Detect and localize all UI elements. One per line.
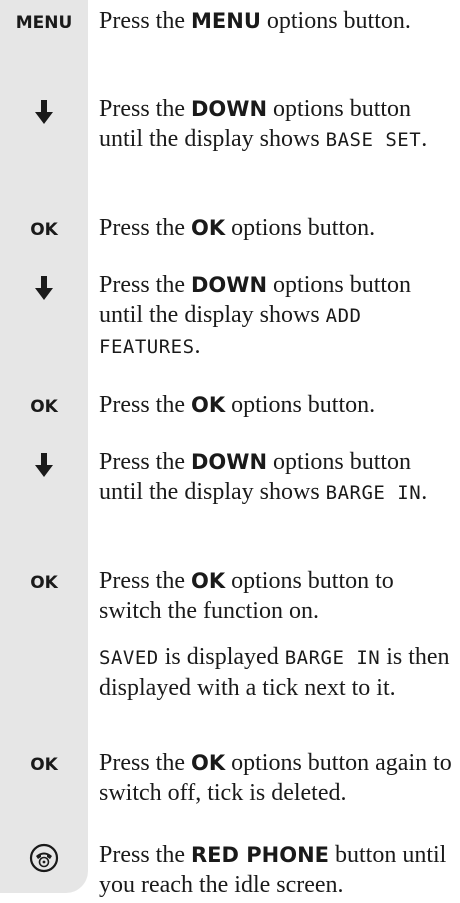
down-arrow-icon [0,98,88,124]
key-name: MENU [191,9,261,33]
text: is displayed [158,644,285,670]
step-text: Press the DOWN options button until the … [99,270,454,362]
key-name: OK [191,569,226,593]
key-name: RED PHONE [191,843,329,867]
instruction-page: MENU Press the MENU options button. Pres… [0,0,460,903]
key-name: OK [191,216,226,240]
key-name: DOWN [191,273,268,297]
key-name: DOWN [191,450,268,474]
display-text: SAVED [99,647,159,669]
ok-key-label: OK [30,573,58,593]
text: . [194,333,201,359]
step-text: Press the DOWN options button until the … [99,94,454,155]
text: Press the [99,449,191,475]
menu-key-label: MENU [15,13,73,33]
display-text: BASE SET [325,129,422,151]
down-arrow-icon [0,451,88,477]
text: Press the [99,842,191,868]
step-text: Press the OK options button to switch th… [99,566,454,626]
text: Press the [99,96,191,122]
step-text: Press the DOWN options button until the … [99,447,454,508]
key-name: OK [191,393,226,417]
text: . [421,126,428,152]
display-text: BARGE IN [284,647,381,669]
step-text: Press the OK options button again to swi… [99,748,454,808]
step-text: SAVED is displayed BARGE IN is then disp… [99,642,454,703]
text: Press the [99,392,191,418]
ok-key-label: OK [30,755,58,775]
text: . [421,479,428,505]
text: Press the [99,272,191,298]
text: Press the [99,8,191,34]
red-phone-icon [0,841,88,873]
step-text: Press the MENU options button. [99,6,454,36]
text: Press the [99,568,191,594]
text: options button. [260,8,411,34]
ok-key-label: OK [30,220,58,240]
text: Press the [99,750,191,776]
key-name: DOWN [191,97,268,121]
display-text: BARGE IN [325,482,422,504]
step-text: Press the OK options button. [99,213,454,243]
step-text: Press the OK options button. [99,390,454,420]
text: Press the [99,215,191,241]
text: options button. [225,215,376,241]
step-text: Press the RED PHONE button until you rea… [99,840,454,900]
text: options button. [225,392,376,418]
key-name: OK [191,751,226,775]
down-arrow-icon [0,274,88,300]
ok-key-label: OK [30,397,58,417]
